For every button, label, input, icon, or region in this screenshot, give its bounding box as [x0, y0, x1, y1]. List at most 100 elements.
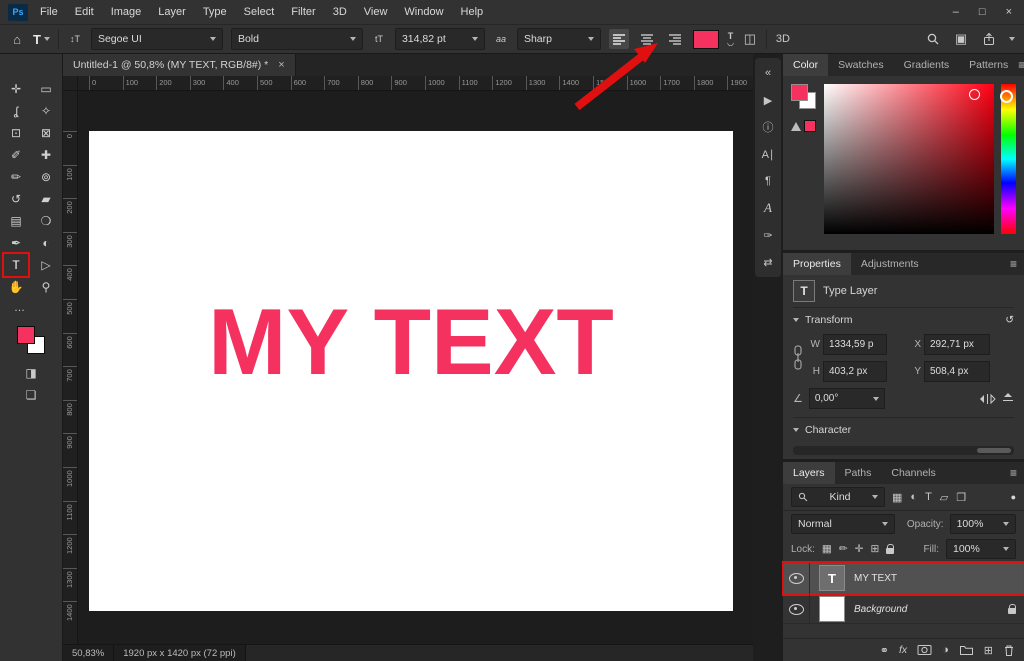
filter-pixel-layers-icon[interactable]: ▦ [892, 491, 902, 504]
object-selection-tool[interactable]: ✧ [34, 100, 58, 122]
eye-icon[interactable] [788, 603, 804, 615]
menu-edit[interactable]: Edit [75, 6, 94, 18]
quick-mask-icon[interactable]: ◨ [25, 366, 36, 380]
close-button[interactable]: × [1006, 0, 1012, 24]
scrollbar-thumb[interactable] [977, 448, 1011, 453]
menu-filter[interactable]: Filter [291, 6, 315, 18]
healing-brush-tool[interactable]: ✚ [34, 144, 58, 166]
font-family-select[interactable]: Segoe UI [90, 28, 223, 50]
adjustment-layer-icon[interactable]: ◑ [942, 644, 949, 656]
filter-type-layers-icon[interactable]: T [925, 491, 932, 504]
align-center-icon[interactable] [637, 29, 657, 49]
tab-adjustments[interactable]: Adjustments [851, 253, 929, 275]
info-panel-icon[interactable]: ⓘ [755, 116, 781, 138]
width-field[interactable]: 1334,59 p [823, 334, 887, 355]
character-section-header[interactable]: Character [793, 418, 1014, 442]
foreground-color-swatch[interactable] [791, 84, 808, 101]
tab-patterns[interactable]: Patterns [959, 54, 1018, 76]
filter-toggle-icon[interactable]: ● [1011, 492, 1016, 502]
screen-mode-icon[interactable]: ❏ [26, 388, 37, 402]
color-picker-marker[interactable] [969, 89, 980, 100]
history-brush-tool[interactable]: ↺ [4, 188, 28, 210]
filter-kind-select[interactable]: Kind [791, 487, 885, 507]
hand-tool[interactable]: ✋ [4, 276, 28, 298]
eye-icon[interactable] [788, 572, 804, 584]
move-tool[interactable]: ✛ [4, 78, 28, 100]
flip-horizontal-icon[interactable] [979, 393, 996, 405]
transform-section-header[interactable]: Transform ↺ [793, 308, 1014, 332]
actions-panel-icon[interactable]: ▶ [755, 89, 781, 111]
share-icon[interactable] [981, 32, 997, 46]
toggle-panels-icon[interactable]: ◫ [742, 31, 758, 47]
lock-artboard-icon[interactable]: ⊞ [870, 543, 879, 555]
home-icon[interactable]: ⌂ [9, 32, 25, 47]
3d-button[interactable]: 3D [775, 33, 791, 45]
lock-all-icon[interactable] [886, 544, 895, 554]
panel-menu-icon[interactable]: ≡ [1010, 466, 1017, 480]
visibility-cell[interactable] [783, 562, 810, 594]
frame-tool[interactable]: ⊠ [34, 122, 58, 144]
tab-paths[interactable]: Paths [835, 462, 882, 484]
eyedropper-tool[interactable]: ✐ [4, 144, 28, 166]
layer-name[interactable]: MY TEXT [854, 573, 897, 584]
collapse-panels-icon[interactable]: « [755, 62, 781, 84]
x-field[interactable]: 292,71 px [924, 334, 990, 355]
menu-file[interactable]: File [40, 6, 58, 18]
fill-select[interactable]: 100% [946, 539, 1016, 559]
crop-tool[interactable]: ⊡ [4, 122, 28, 144]
y-field[interactable]: 508,4 px [924, 361, 990, 382]
reset-transform-icon[interactable]: ↺ [1005, 314, 1014, 326]
height-field[interactable]: 403,2 px [823, 361, 887, 382]
align-right-icon[interactable] [665, 29, 685, 49]
menu-select[interactable]: Select [244, 6, 275, 18]
foreground-color-swatch[interactable] [17, 326, 35, 344]
menu-type[interactable]: Type [203, 6, 227, 18]
glyphs-panel-icon[interactable]: A [755, 197, 781, 219]
type-layer-thumbnail[interactable]: T [819, 565, 845, 591]
panel-menu-icon[interactable]: ≡ [1018, 58, 1024, 72]
current-tool-type[interactable]: T [33, 32, 50, 47]
workspace-icon[interactable]: ▣ [953, 31, 969, 47]
menu-help[interactable]: Help [461, 6, 484, 18]
lock-transparency-icon[interactable]: ▦ [822, 543, 832, 555]
link-dimensions-icon[interactable] [793, 343, 805, 373]
gradient-tool[interactable]: ▤ [4, 210, 28, 232]
marquee-tool[interactable]: ▭ [34, 78, 58, 100]
dodge-tool[interactable]: ◐ [34, 232, 58, 254]
font-size-select[interactable]: 314,82 pt [394, 28, 485, 50]
panel-menu-icon[interactable]: ≡ [1010, 257, 1017, 271]
hue-slider[interactable] [1000, 84, 1016, 234]
type-tool[interactable]: T [2, 252, 30, 278]
paragraph-panel-icon[interactable]: ¶ [755, 170, 781, 192]
layer-mask-icon[interactable] [917, 644, 932, 656]
saturation-brightness-field[interactable] [824, 84, 994, 234]
path-selection-tool[interactable]: ▷ [34, 254, 58, 276]
tool-presets-panel-icon[interactable]: ⇄ [755, 251, 781, 273]
delete-layer-icon[interactable] [1003, 644, 1015, 657]
maximize-button[interactable]: □ [979, 0, 986, 24]
rotation-field[interactable]: 0,00° [808, 388, 885, 409]
filter-adjustment-layers-icon[interactable]: ◐ [910, 491, 917, 504]
clone-stamp-tool[interactable]: ⊚ [34, 166, 58, 188]
eraser-tool[interactable]: ▰ [34, 188, 58, 210]
text-color-swatch[interactable] [692, 29, 719, 49]
close-tab-icon[interactable]: × [278, 59, 284, 71]
character-panel-icon[interactable]: A∣ [755, 143, 781, 165]
tab-gradients[interactable]: Gradients [894, 54, 960, 76]
new-layer-icon[interactable]: ⊞ [984, 644, 993, 657]
search-icon[interactable] [925, 32, 941, 46]
canvas-viewport[interactable]: MY TEXT [78, 91, 753, 644]
blur-tool[interactable]: ❍ [34, 210, 58, 232]
gamut-swatch[interactable] [804, 120, 816, 132]
flip-vertical-icon[interactable] [1002, 392, 1014, 405]
brushes-panel-icon[interactable]: ✑ [755, 224, 781, 246]
background-layer-thumbnail[interactable] [819, 596, 845, 622]
align-left-icon[interactable] [608, 29, 629, 49]
font-style-select[interactable]: Bold [230, 28, 363, 50]
menu-view[interactable]: View [364, 6, 388, 18]
filter-smart-objects-icon[interactable]: ❐ [956, 491, 966, 504]
hue-slider-marker[interactable] [1000, 90, 1013, 103]
tab-layers[interactable]: Layers [783, 462, 835, 484]
tab-properties[interactable]: Properties [783, 253, 851, 275]
layer-name[interactable]: Background [854, 604, 907, 615]
